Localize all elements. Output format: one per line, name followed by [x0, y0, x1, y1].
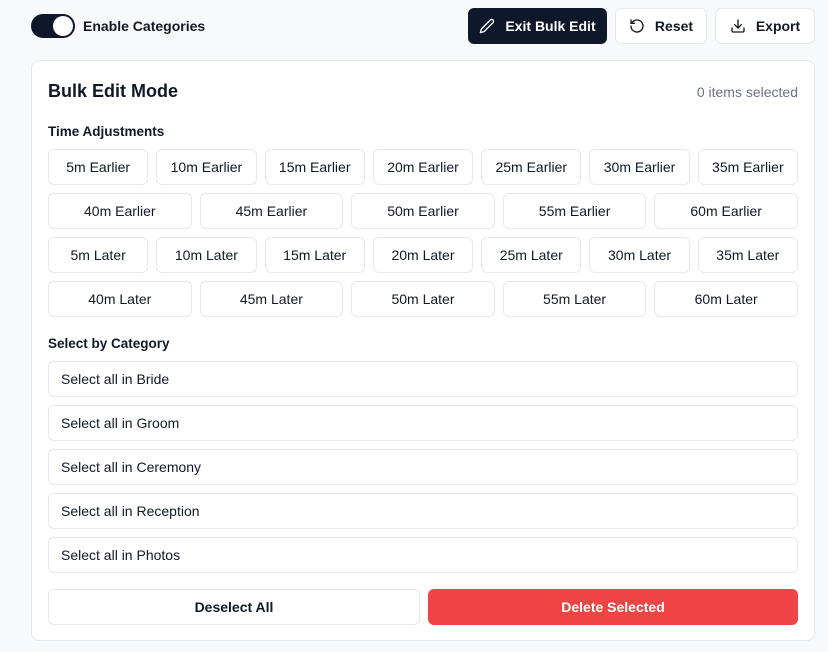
adjust-earlier-button[interactable]: 55m Earlier [502, 193, 647, 229]
adjust-earlier-button[interactable]: 25m Earlier [481, 149, 582, 185]
panel-title: Bulk Edit Mode [48, 81, 178, 101]
adjust-earlier-button[interactable]: 60m Earlier [654, 193, 798, 229]
toggle-switch[interactable] [31, 14, 75, 38]
adjust-later-button[interactable]: 45m Later [199, 281, 344, 317]
adjust-earlier-button[interactable]: 15m Earlier [264, 149, 365, 185]
enable-categories-toggle[interactable]: Enable Categories [31, 13, 205, 39]
adjust-later-button[interactable]: 30m Later [589, 237, 690, 273]
later-row-1: 5m Later 10m Later 15m Later 20m Later 2… [48, 237, 798, 273]
adjust-earlier-button[interactable]: 30m Earlier [589, 149, 690, 185]
bulk-edit-panel: Bulk Edit Mode 0 items selected Time Adj… [31, 60, 815, 641]
adjust-earlier-button[interactable]: 40m Earlier [48, 193, 192, 229]
adjust-later-button[interactable]: 35m Later [697, 237, 798, 273]
exit-bulk-edit-label: Exit Bulk Edit [505, 18, 596, 34]
adjust-later-button[interactable]: 10m Later [156, 237, 257, 273]
adjust-later-button[interactable]: 20m Later [372, 237, 474, 273]
reset-button[interactable]: Reset [615, 8, 707, 44]
select-category-bride-button[interactable]: Select all in Bride [48, 361, 798, 397]
adjust-earlier-button[interactable]: 45m Earlier [199, 193, 344, 229]
adjust-later-button[interactable]: 60m Later [654, 281, 798, 317]
adjust-later-button[interactable]: 55m Later [502, 281, 647, 317]
select-category-reception-button[interactable]: Select all in Reception [48, 493, 798, 529]
reset-label: Reset [654, 18, 694, 34]
adjust-later-button[interactable]: 25m Later [481, 237, 582, 273]
toggle-knob [53, 16, 73, 36]
select-category-ceremony-button[interactable]: Select all in Ceremony [48, 449, 798, 485]
export-label: Export [755, 18, 801, 34]
export-button[interactable]: Export [715, 8, 815, 44]
adjust-later-button[interactable]: 15m Later [264, 237, 365, 273]
pencil-icon [479, 18, 495, 34]
earlier-row-1: 5m Earlier 10m Earlier 15m Earlier 20m E… [48, 149, 798, 185]
adjust-later-button[interactable]: 50m Later [351, 281, 495, 317]
select-by-category-label: Select by Category [48, 336, 170, 351]
delete-selected-button[interactable]: Delete Selected [428, 589, 798, 625]
earlier-row-2: 40m Earlier 45m Earlier 50m Earlier 55m … [48, 193, 798, 229]
adjust-earlier-button[interactable]: 10m Earlier [156, 149, 257, 185]
time-adjustments-label: Time Adjustments [48, 124, 165, 139]
deselect-all-button[interactable]: Deselect All [48, 589, 420, 625]
rotate-ccw-icon [629, 18, 645, 34]
adjust-earlier-button[interactable]: 20m Earlier [372, 149, 474, 185]
adjust-earlier-button[interactable]: 35m Earlier [697, 149, 798, 185]
exit-bulk-edit-button[interactable]: Exit Bulk Edit [468, 8, 607, 44]
adjust-later-button[interactable]: 40m Later [48, 281, 192, 317]
select-category-groom-button[interactable]: Select all in Groom [48, 405, 798, 441]
top-toolbar: Enable Categories Exit Bulk Edit Reset E… [0, 0, 828, 52]
later-row-2: 40m Later 45m Later 50m Later 55m Later … [48, 281, 798, 317]
select-category-photos-button[interactable]: Select all in Photos [48, 537, 798, 573]
selected-count: 0 items selected [696, 84, 798, 100]
toggle-label: Enable Categories [83, 18, 206, 34]
adjust-later-button[interactable]: 5m Later [48, 237, 149, 273]
adjust-earlier-button[interactable]: 50m Earlier [351, 193, 495, 229]
download-icon [730, 18, 746, 34]
adjust-earlier-button[interactable]: 5m Earlier [48, 149, 149, 185]
